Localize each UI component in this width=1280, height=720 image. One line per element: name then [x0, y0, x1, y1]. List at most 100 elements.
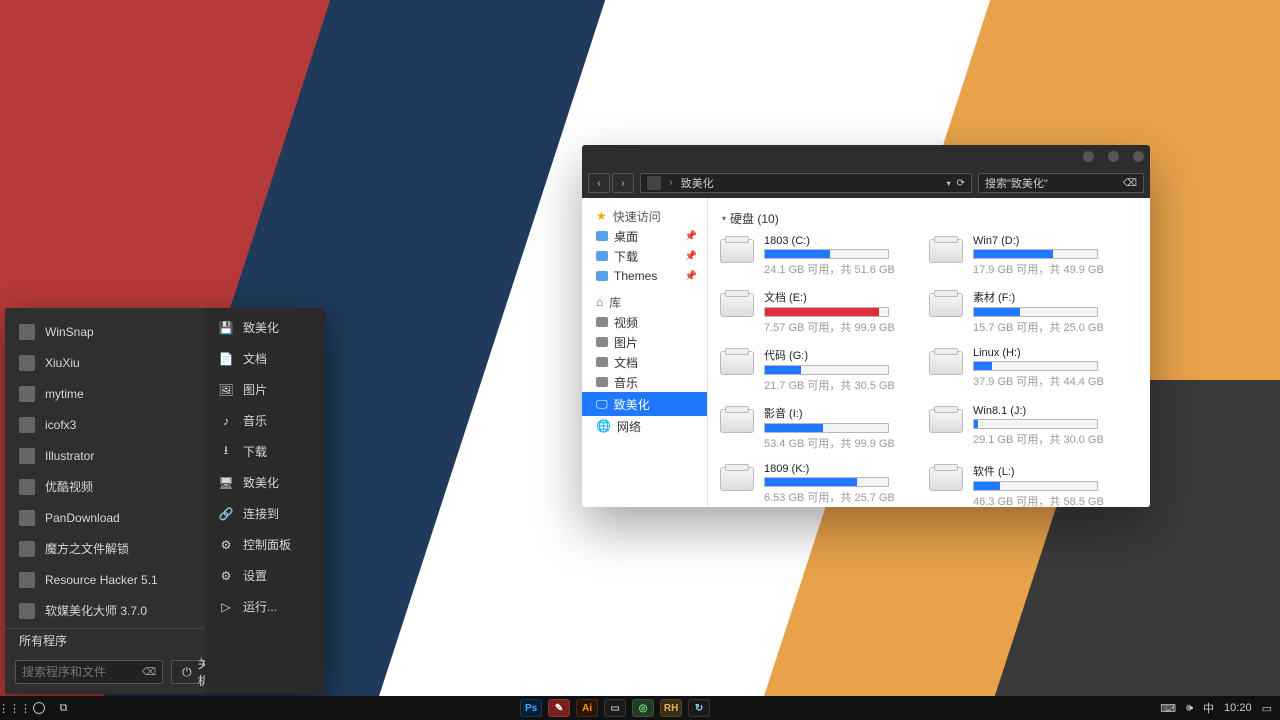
refresh-icon[interactable]: ⟳	[957, 178, 965, 189]
sidebar-network[interactable]: 🌐网络	[582, 416, 707, 436]
start-app-item[interactable]: Illustrator	[5, 440, 205, 471]
taskbar-app[interactable]: ✎	[548, 699, 570, 717]
drive-label: Linux (H:)	[973, 347, 1134, 359]
close-button[interactable]	[1133, 151, 1144, 162]
tray-ime-indicator[interactable]: 中	[1203, 700, 1214, 716]
maximize-button[interactable]	[1108, 151, 1119, 162]
taskbar-app[interactable]: ↻	[688, 699, 710, 717]
sidebar-library-item[interactable]: 图片	[582, 332, 707, 352]
start-menu-app-list: WinSnap XiuXiu mytime icofx3 Illustrator…	[5, 308, 205, 694]
drive-label: 软件 (L:)	[973, 463, 1134, 479]
start-place-item[interactable]: ⚙ 控制面板	[205, 529, 325, 560]
place-icon: 🔗	[219, 507, 233, 521]
cortana-icon[interactable]	[33, 702, 45, 714]
drive-item[interactable]: 影音 (I:) 53.4 GB 可用，共 99.9 GB	[720, 405, 925, 451]
place-label: 设置	[243, 567, 267, 584]
start-place-item[interactable]: ▷ 运行...	[205, 591, 325, 622]
place-icon: ▷	[219, 600, 233, 614]
start-place-item[interactable]: ⚙ 设置	[205, 560, 325, 591]
task-view-icon[interactable]: ⧉	[57, 702, 70, 715]
nav-forward-button[interactable]: ›	[612, 173, 634, 193]
app-label: 软媒美化大师 3.7.0	[45, 602, 147, 619]
explorer-search-input[interactable]: 搜索"致美化" ⌫	[978, 173, 1144, 193]
drive-item[interactable]: Linux (H:) 37.9 GB 可用，共 44.4 GB	[929, 347, 1134, 393]
tray-clock[interactable]: 10:20	[1224, 702, 1252, 714]
start-app-item[interactable]: 魔方之文件解锁	[5, 533, 205, 564]
sidebar-quick-item[interactable]: 下载 📌	[582, 246, 707, 266]
all-programs[interactable]: 所有程序	[5, 628, 205, 652]
pin-icon[interactable]: 📌	[685, 251, 697, 262]
drive-item[interactable]: Win8.1 (J:) 29.1 GB 可用，共 30.0 GB	[929, 405, 1134, 451]
start-button[interactable]: ⋮⋮⋮	[8, 702, 21, 715]
drive-item[interactable]: 文档 (E:) 7.57 GB 可用，共 99.9 GB	[720, 289, 925, 335]
place-icon: 🖼	[219, 383, 233, 397]
start-app-item[interactable]: mytime	[5, 378, 205, 409]
sidebar-quick-item[interactable]: Themes 📌	[582, 266, 707, 286]
drive-item[interactable]: 代码 (G:) 21.7 GB 可用，共 30.5 GB	[720, 347, 925, 393]
clear-icon[interactable]: ⌫	[142, 667, 156, 678]
start-place-item[interactable]: ⭳ 下载	[205, 436, 325, 467]
start-search-input[interactable]: ⌫	[15, 660, 163, 684]
globe-icon: 🌐	[596, 419, 611, 433]
tray-keyboard-icon[interactable]: ⌨	[1160, 702, 1176, 715]
minimize-button[interactable]	[1083, 151, 1094, 162]
taskbar-app[interactable]: Ps	[520, 699, 542, 717]
start-app-item[interactable]: PanDownload	[5, 502, 205, 533]
drive-icon	[720, 293, 754, 317]
window-titlebar[interactable]	[582, 145, 1150, 168]
taskbar-app[interactable]: RH	[660, 699, 682, 717]
start-app-item[interactable]: icofx3	[5, 409, 205, 440]
start-place-item[interactable]: ♪ 音乐	[205, 405, 325, 436]
nav-back-button[interactable]: ‹	[588, 173, 610, 193]
tray-notifications-icon[interactable]: ▭	[1262, 702, 1272, 715]
start-place-item[interactable]: 🖼 图片	[205, 374, 325, 405]
sidebar-quick-item[interactable]: 桌面 📌	[582, 226, 707, 246]
start-place-item[interactable]: 💾 致美化	[205, 312, 325, 343]
sidebar-library-item[interactable]: 文档	[582, 352, 707, 372]
app-label: 优酷视频	[45, 478, 93, 495]
taskbar-app[interactable]: ◎	[632, 699, 654, 717]
start-place-item[interactable]: 🖥 致美化	[205, 467, 325, 498]
start-place-item[interactable]: 🔗 连接到	[205, 498, 325, 529]
drive-item[interactable]: Win7 (D:) 17.9 GB 可用，共 49.9 GB	[929, 235, 1134, 277]
pin-icon[interactable]: 📌	[685, 231, 697, 242]
drive-stats: 15.7 GB 可用，共 25.0 GB	[973, 319, 1134, 335]
sidebar-quick-access[interactable]: ★快速访问	[582, 206, 707, 226]
app-label: PanDownload	[45, 511, 120, 525]
drive-item[interactable]: 素材 (F:) 15.7 GB 可用，共 25.0 GB	[929, 289, 1134, 335]
monitor-icon: 🖵	[596, 397, 608, 412]
place-label: 音乐	[243, 412, 267, 429]
drive-item[interactable]: 1809 (K:) 6.53 GB 可用，共 25.7 GB	[720, 463, 925, 507]
sidebar-library-item[interactable]: 音乐	[582, 372, 707, 392]
app-icon	[19, 386, 35, 402]
drive-usage-bar	[973, 361, 1098, 371]
drive-section-header[interactable]: ▾ 硬盘 (10)	[722, 210, 1134, 227]
start-app-item[interactable]: Resource Hacker 5.1	[5, 564, 205, 595]
app-label: icofx3	[45, 418, 76, 432]
clear-icon[interactable]: ⌫	[1123, 178, 1137, 189]
drive-label: 1803 (C:)	[764, 235, 925, 247]
sidebar-library-item[interactable]: 视频	[582, 312, 707, 332]
start-app-item[interactable]: 软媒美化大师 3.7.0	[5, 595, 205, 626]
computer-icon	[647, 176, 661, 190]
drive-usage-bar	[973, 419, 1098, 429]
taskbar-app[interactable]: ▭	[604, 699, 626, 717]
pin-icon[interactable]: 📌	[685, 271, 697, 282]
sidebar-this-pc[interactable]: 🖵致美化	[582, 392, 707, 416]
drive-item[interactable]: 1803 (C:) 24.1 GB 可用，共 51.6 GB	[720, 235, 925, 277]
place-icon: ♪	[219, 414, 233, 428]
drive-usage-bar	[973, 249, 1098, 259]
taskbar-app[interactable]: Ai	[576, 699, 598, 717]
start-place-item[interactable]: 📄 文档	[205, 343, 325, 374]
start-app-item[interactable]: XiuXiu	[5, 347, 205, 378]
drive-label: 代码 (G:)	[764, 347, 925, 363]
start-app-item[interactable]: WinSnap	[5, 316, 205, 347]
drive-item[interactable]: 软件 (L:) 46.3 GB 可用，共 58.5 GB	[929, 463, 1134, 507]
address-bar[interactable]: › 致美化 ▾ ⟳	[640, 173, 972, 193]
sidebar-library[interactable]: ⌂库	[582, 292, 707, 312]
start-app-item[interactable]: 优酷视频	[5, 471, 205, 502]
dropdown-icon[interactable]: ▾	[947, 179, 951, 188]
folder-icon	[596, 251, 608, 261]
tray-volume-icon[interactable]: 🕪	[1186, 702, 1193, 715]
drive-icon	[929, 351, 963, 375]
